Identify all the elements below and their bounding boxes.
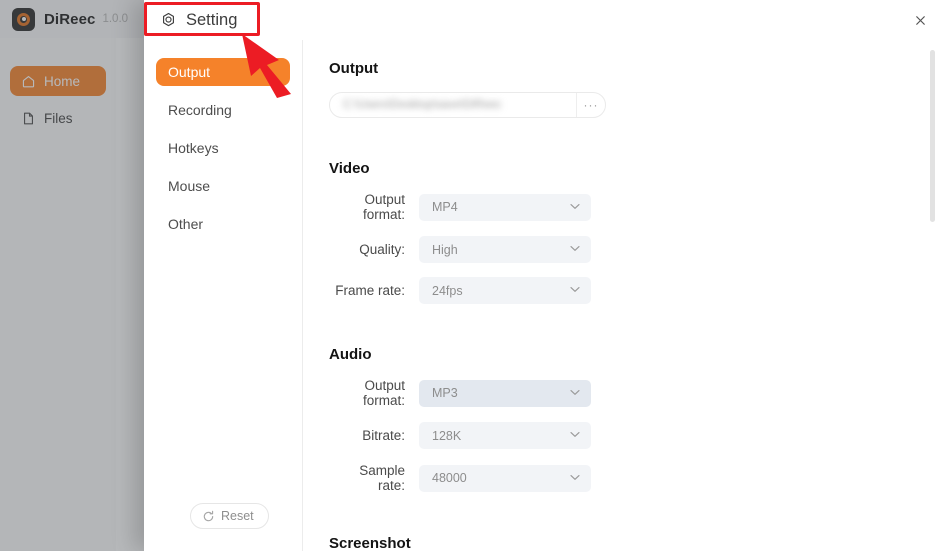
chevron-down-icon <box>570 430 580 441</box>
section-title-video: Video <box>329 160 370 177</box>
video-output-format-label: Output format: <box>362 192 405 222</box>
video-quality-label: Quality: <box>359 242 405 257</box>
audio-bitrate-label: Bitrate: <box>362 428 405 443</box>
dialog-nav-item-mouse[interactable]: Mouse <box>156 172 290 200</box>
chevron-down-icon <box>570 473 580 484</box>
app-window: DiReec 1.0.0 Home Files Setting Output R… <box>0 0 949 551</box>
video-frame-rate-select[interactable]: 24fps <box>419 277 591 304</box>
dialog-nav-item-other[interactable]: Other <box>156 210 290 238</box>
output-path-value: C:\Users\Desktop\save\DiReec <box>343 99 502 111</box>
refresh-icon <box>203 510 214 521</box>
dialog-nav-label: Mouse <box>168 178 211 194</box>
audio-bitrate-value: 128K <box>432 428 462 443</box>
dialog-title: Setting <box>160 11 237 30</box>
dialog-nav-label: Output <box>168 64 211 80</box>
reset-button-label: Reset <box>221 509 254 523</box>
video-frame-rate-row: Frame rate: 24fps <box>329 277 949 304</box>
audio-sample-rate-row: Sample rate: 48000 <box>329 463 949 493</box>
dialog-nav-item-output[interactable]: Output <box>156 58 290 86</box>
video-frame-rate-label: Frame rate: <box>335 283 405 298</box>
audio-sample-rate-value: 48000 <box>432 471 467 485</box>
video-quality-value: High <box>432 242 458 257</box>
section-title-screenshot: Screenshot <box>329 535 411 551</box>
gear-icon <box>163 12 174 26</box>
section-title-output: Output <box>329 60 379 77</box>
settings-dialog: Setting Output Recording Hotkeys Mouse O… <box>144 0 949 551</box>
audio-output-format-label: Output format: <box>362 378 405 408</box>
output-path-row: C:\Users\Desktop\save\DiReec ··· <box>329 92 949 118</box>
audio-sample-rate-select[interactable]: 48000 <box>419 464 591 492</box>
dialog-header: Setting <box>144 0 949 40</box>
video-output-format-row: Output format: MP4 <box>329 192 949 222</box>
audio-output-format-select[interactable]: MP3 <box>419 379 591 407</box>
dialog-nav-label: Recording <box>168 102 232 118</box>
video-frame-rate-value: 24fps <box>432 283 463 298</box>
dialog-nav: Output Recording Hotkeys Mouse Other Res… <box>144 40 303 551</box>
chevron-down-icon <box>570 244 580 255</box>
section-title-audio: Audio <box>329 346 372 363</box>
reset-button[interactable]: Reset <box>190 503 269 529</box>
video-output-format-select[interactable]: MP4 <box>419 193 591 221</box>
audio-sample-rate-label: Sample rate: <box>359 463 405 493</box>
dialog-title-text: Setting <box>186 10 238 29</box>
audio-output-format-value: MP3 <box>432 386 458 400</box>
chevron-down-icon <box>570 285 580 296</box>
dialog-nav-label: Other <box>168 216 204 232</box>
audio-bitrate-select[interactable]: 128K <box>419 422 591 449</box>
dialog-content: Output C:\Users\Desktop\save\DiReec ··· … <box>303 40 949 551</box>
video-output-format-value: MP4 <box>432 200 458 214</box>
dialog-nav-label: Hotkeys <box>168 140 219 156</box>
video-quality-row: Quality: High <box>329 236 949 263</box>
video-quality-select[interactable]: High <box>419 236 591 263</box>
audio-output-format-row: Output format: MP3 <box>329 378 949 408</box>
chevron-down-icon <box>570 202 580 213</box>
chevron-down-icon <box>570 388 580 399</box>
audio-bitrate-row: Bitrate: 128K <box>329 422 949 449</box>
dialog-nav-item-hotkeys[interactable]: Hotkeys <box>156 134 290 162</box>
browse-button[interactable]: ··· <box>576 93 605 117</box>
output-path-field[interactable]: C:\Users\Desktop\save\DiReec ··· <box>329 92 606 118</box>
dialog-nav-item-recording[interactable]: Recording <box>156 96 290 124</box>
scrollbar-thumb[interactable] <box>930 50 935 222</box>
dialog-body: Output Recording Hotkeys Mouse Other Res… <box>144 40 949 551</box>
dialog-close-button[interactable] <box>909 9 931 31</box>
content-scrollbar[interactable] <box>930 50 935 541</box>
